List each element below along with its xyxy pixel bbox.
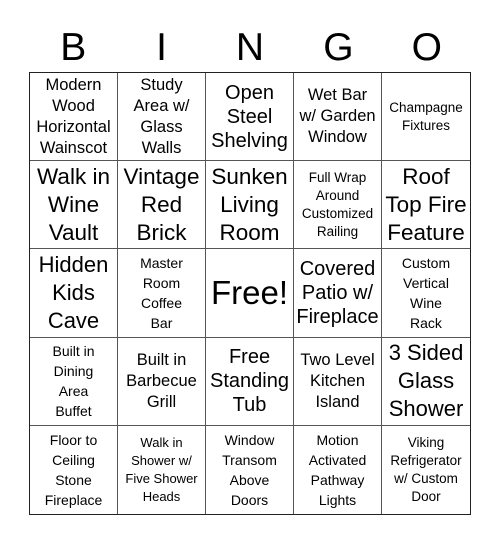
bingo-cell-text: Vintage Red Brick <box>123 163 200 245</box>
bingo-cell[interactable]: Modern Wood Horizontal Wainscot <box>30 73 118 162</box>
bingo-cell-text: Viking Refrigerator w/ Custom Door <box>390 434 462 504</box>
bingo-cell[interactable]: Custom Vertical Wine Rack <box>382 249 470 338</box>
bingo-cell-text: Built in Barbecue Grill <box>126 350 197 411</box>
bingo-cell-text: Walk in Shower w/ Five Shower Heads <box>125 434 198 504</box>
bingo-cell-text: Covered Patio w/ Fireplace <box>296 257 379 328</box>
header-letter-i: I <box>156 25 168 69</box>
bingo-cell-text: Two Level Kitchen Island <box>300 350 375 411</box>
bingo-cell[interactable]: Study Area w/ Glass Walls <box>118 73 206 162</box>
bingo-cell-text: Sunken Living Room <box>211 163 288 245</box>
bingo-cell[interactable]: Built in Dining Area Buffet <box>30 337 118 426</box>
header-letter-b: B <box>60 25 87 69</box>
bingo-cell-text: Modern Wood Horizontal Wainscot <box>36 75 111 157</box>
bingo-cell[interactable]: Viking Refrigerator w/ Custom Door <box>382 426 470 514</box>
bingo-cell[interactable]: Open Steel Shelving <box>206 73 294 162</box>
bingo-cell[interactable]: Vintage Red Brick <box>118 161 206 250</box>
bingo-cell-text: Window Transom Above Doors <box>222 431 277 508</box>
bingo-cell-text: Motion Activated Pathway Lights <box>308 431 367 508</box>
bingo-card-grid: Modern Wood Horizontal Wainscot Study Are… <box>29 72 471 515</box>
bingo-cell-text: Full Wrap Around Customized Railing <box>301 169 374 239</box>
bingo-cell-text: Champagne Fixtures <box>389 99 463 133</box>
bingo-cell-text: Custom Vertical Wine Rack <box>401 254 451 331</box>
header-letter-n: N <box>235 25 265 69</box>
bingo-cell[interactable]: Full Wrap Around Customized Railing <box>294 161 382 250</box>
bingo-cell[interactable]: Wet Bar w/ Garden Window <box>294 73 382 162</box>
bingo-cell-text: Open Steel Shelving <box>211 81 288 152</box>
bingo-cell-text: Free! <box>210 274 289 312</box>
bingo-cell-text: Roof Top Fire Feature <box>385 163 467 245</box>
bingo-cell-text: Free Standing Tub <box>210 346 289 417</box>
bingo-cell[interactable]: Free Standing Tub <box>206 337 294 426</box>
bingo-cell[interactable]: Master Room Coffee Bar <box>118 249 206 338</box>
bingo-cell-text: 3 Sided Glass Shower <box>388 340 464 422</box>
header-letter-g: G <box>323 25 354 69</box>
bingo-cell-text: Built in Dining Area Buffet <box>52 343 95 420</box>
bingo-cell-text: Study Area w/ Glass Walls <box>133 75 190 157</box>
bingo-cell[interactable]: Walk in Shower w/ Five Shower Heads <box>118 425 206 514</box>
bingo-cell[interactable]: Roof Top Fire Feature <box>382 161 470 250</box>
free-space-cell[interactable]: Free! <box>206 249 294 338</box>
bingo-cell[interactable]: Motion Activated Pathway Lights <box>294 425 382 514</box>
bingo-cell[interactable]: Two Level Kitchen Island <box>294 337 382 426</box>
bingo-cell[interactable]: Built in Barbecue Grill <box>118 337 206 426</box>
header-letter-o: O <box>411 25 442 69</box>
bingo-cell[interactable]: Covered Patio w/ Fireplace <box>294 249 382 338</box>
bingo-cell[interactable]: Sunken Living Room <box>206 161 294 250</box>
bingo-cell-text: Wet Bar w/ Garden Window <box>299 86 376 147</box>
bingo-cell[interactable]: Window Transom Above Doors <box>206 425 294 514</box>
bingo-cell[interactable]: Hidden Kids Cave <box>30 249 118 338</box>
bingo-cell[interactable]: Floor to Ceiling Stone Fireplace <box>30 425 118 514</box>
bingo-cell[interactable]: Champagne Fixtures <box>382 73 470 162</box>
bingo-cell-text: Floor to Ceiling Stone Fireplace <box>44 431 103 508</box>
bingo-cell-text: Walk in Wine Vault <box>37 163 110 245</box>
bingo-cell[interactable]: Walk in Wine Vault <box>30 161 118 250</box>
bingo-cell-text: Hidden Kids Cave <box>38 251 109 333</box>
bingo-cell-text: Master Room Coffee Bar <box>140 254 183 331</box>
bingo-header: B I N G O <box>29 22 471 72</box>
bingo-cell[interactable]: 3 Sided Glass Shower <box>382 338 470 426</box>
